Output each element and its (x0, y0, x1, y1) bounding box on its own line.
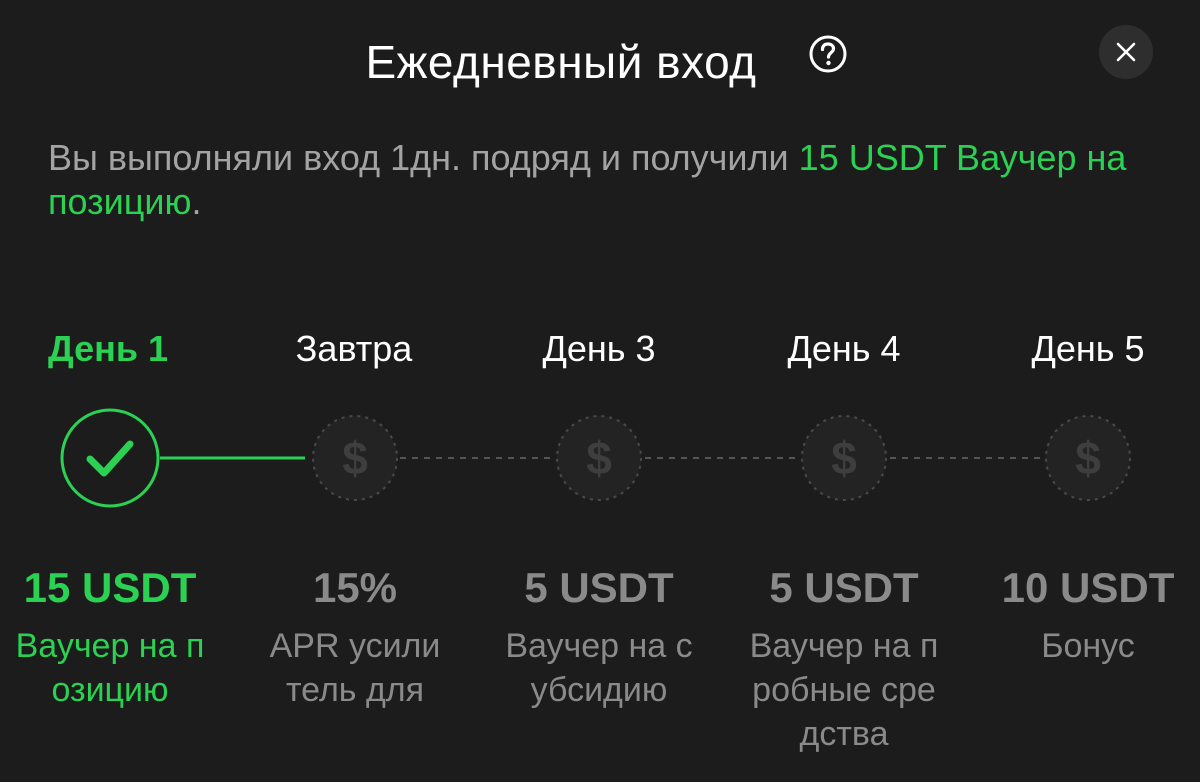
reward-amount: 5 USDT (524, 564, 674, 611)
reward-description: Бонус (1041, 627, 1135, 665)
dollar-icon: $ (801, 415, 887, 501)
modal-title: Ежедневный вход (365, 36, 757, 88)
close-button[interactable] (1099, 25, 1153, 79)
reward-description: APR усилитель для (269, 627, 441, 709)
reward-description: Ваучер на пробные средства (749, 627, 939, 753)
day-label-4: День 4 (787, 328, 901, 369)
rewards-row: 15 USDT Ваучер на позицию 15% APR усилит… (0, 560, 1200, 780)
reward-description: Ваучер на субсидию (505, 627, 693, 709)
svg-text:$: $ (342, 432, 368, 484)
message-text: Вы выполняли вход 1дн. подряд и получили (48, 137, 799, 178)
checkmark-icon (60, 408, 160, 508)
message-suffix: . (191, 181, 202, 222)
question-circle-icon[interactable] (808, 34, 848, 74)
day-label-5: День 5 (1031, 328, 1145, 369)
day-label-1: День 1 (47, 328, 168, 369)
reward-amount: 10 USDT (1001, 564, 1175, 611)
reward-day-5[interactable]: 10 USDT Бонус (983, 560, 1193, 668)
svg-text:$: $ (586, 432, 612, 484)
day-label-2: Завтра (295, 328, 413, 369)
reward-description: Ваучер на позицию (15, 627, 205, 709)
reward-amount: 15 USDT (23, 564, 197, 611)
dollar-icon: $ (1045, 415, 1131, 501)
reward-day-4[interactable]: 5 USDT Ваучер на пробные средства (739, 560, 949, 756)
day-labels: День 1 Завтра День 3 День 4 День 5 (0, 325, 1200, 375)
progress-track: $ $ $ $ (0, 400, 1200, 516)
day-label-3: День 3 (542, 328, 656, 369)
svg-text:$: $ (1075, 432, 1101, 484)
svg-text:$: $ (831, 432, 857, 484)
reward-amount: 5 USDT (769, 564, 919, 611)
reward-amount: 15% (312, 564, 398, 611)
daily-checkin-modal: Ежедневный вход Вы выполняли вход 1дн. п… (0, 0, 1200, 782)
dollar-icon: $ (556, 415, 642, 501)
reward-day-2[interactable]: 15% APR усилитель для (250, 560, 460, 712)
reward-day-3[interactable]: 5 USDT Ваучер на субсидию (494, 560, 704, 712)
close-icon (1116, 42, 1136, 62)
modal-header: Ежедневный вход (0, 20, 1200, 104)
dollar-icon: $ (312, 415, 398, 501)
checkin-message: Вы выполняли вход 1дн. подряд и получили… (48, 136, 1148, 224)
reward-day-1[interactable]: 15 USDT Ваучер на позицию (5, 560, 215, 712)
